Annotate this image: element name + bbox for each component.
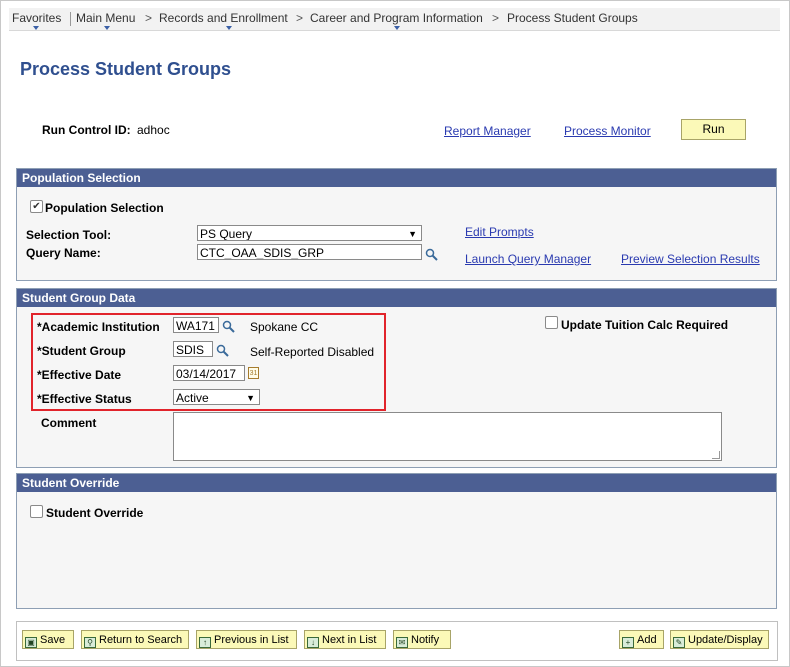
search-icon[interactable] [222, 320, 235, 333]
selection-tool-select[interactable]: PS Query ▼ [197, 225, 422, 241]
effective-date-label: *Effective Date [37, 368, 122, 382]
report-manager-link[interactable]: Report Manager [444, 124, 531, 138]
preview-selection-results-link[interactable]: Preview Selection Results [621, 252, 760, 266]
student-override-checkbox-label: Student Override [46, 506, 144, 520]
query-name-label: Query Name: [26, 246, 101, 260]
update-display-button[interactable]: ✎ Update/Display [670, 630, 769, 649]
page-title: Process Student Groups [20, 59, 232, 79]
population-selection-checkbox[interactable]: ✔ [30, 200, 43, 213]
section-header: Population Selection [17, 169, 776, 187]
effective-status-label: *Effective Status [37, 392, 132, 406]
calendar-icon[interactable]: 31 [248, 367, 259, 379]
chevron-right-icon: > [145, 11, 153, 25]
notify-button[interactable]: ✉ Notify [393, 630, 451, 649]
chevron-down-icon [33, 26, 39, 30]
academic-institution-label: *Academic Institution [37, 320, 160, 334]
run-control-value: adhoc [137, 123, 170, 137]
selection-tool-label: Selection Tool: [26, 228, 112, 242]
edit-icon: ✎ [673, 637, 685, 648]
divider [70, 12, 71, 26]
section-header: Student Group Data [17, 289, 776, 307]
save-icon: ▣ [25, 637, 37, 648]
notify-label: Notify [411, 634, 440, 646]
process-monitor-link[interactable]: Process Monitor [564, 124, 651, 138]
academic-institution-input[interactable]: WA171 [173, 317, 219, 333]
effective-status-select[interactable]: Active ▼ [173, 389, 260, 405]
academic-institution-value: WA171 [176, 319, 215, 333]
breadcrumb-process-student-groups[interactable]: Process Student Groups [507, 11, 638, 25]
chevron-right-icon: > [492, 11, 500, 25]
breadcrumb-main-menu[interactable]: Main Menu [76, 11, 135, 25]
return-to-search-button[interactable]: ⚲ Return to Search [81, 630, 189, 649]
edit-prompts-link[interactable]: Edit Prompts [465, 225, 534, 239]
run-button[interactable]: Run [681, 119, 746, 140]
student-override-section: Student Override [16, 473, 777, 609]
chevron-down-icon [394, 26, 400, 30]
student-group-value: SDIS [176, 343, 205, 357]
run-control-label: Run Control ID: [42, 123, 131, 137]
student-group-input[interactable]: SDIS [173, 341, 213, 357]
previous-in-list-button[interactable]: ↑ Previous in List [196, 630, 297, 649]
effective-status-value: Active [176, 391, 209, 405]
breadcrumb-favorites[interactable]: Favorites [12, 11, 61, 25]
add-button[interactable]: + Add [619, 630, 664, 649]
add-icon: + [622, 637, 634, 648]
save-button[interactable]: ▣ Save [22, 630, 74, 649]
resize-grip-icon[interactable] [712, 451, 720, 459]
add-label: Add [637, 634, 657, 646]
arrow-down-icon: ↓ [307, 637, 319, 648]
student-group-description: Self-Reported Disabled [250, 345, 375, 359]
breadcrumb: Favorites Main Menu > Records and Enroll… [9, 8, 780, 31]
breadcrumb-career-program[interactable]: Career and Program Information [310, 11, 483, 25]
comment-label: Comment [41, 416, 97, 430]
dropdown-arrow-icon: ▼ [408, 229, 417, 239]
search-icon[interactable] [425, 248, 438, 261]
notify-icon: ✉ [396, 637, 408, 648]
chevron-right-icon: > [296, 11, 304, 25]
student-group-label: *Student Group [37, 344, 126, 358]
magnifier-icon: ⚲ [84, 637, 96, 648]
chevron-down-icon [104, 26, 110, 30]
chevron-down-icon [226, 26, 232, 30]
dropdown-arrow-icon: ▼ [246, 393, 255, 403]
breadcrumb-records-enrollment[interactable]: Records and Enrollment [159, 11, 288, 25]
selection-tool-value: PS Query [200, 227, 253, 241]
update-display-label: Update/Display [688, 634, 763, 646]
section-header: Student Override [17, 474, 776, 492]
effective-date-value: 03/14/2017 [176, 367, 237, 381]
launch-query-manager-link[interactable]: Launch Query Manager [465, 252, 591, 266]
next-in-list-button[interactable]: ↓ Next in List [304, 630, 386, 649]
return-to-search-label: Return to Search [99, 634, 183, 646]
search-icon[interactable] [216, 344, 229, 357]
previous-in-list-label: Previous in List [214, 634, 289, 646]
query-name-value: CTC_OAA_SDIS_GRP [200, 246, 325, 260]
effective-date-input[interactable]: 03/14/2017 [173, 365, 245, 381]
arrow-up-icon: ↑ [199, 637, 211, 648]
update-tuition-label: Update Tuition Calc Required [561, 318, 729, 332]
query-name-input[interactable]: CTC_OAA_SDIS_GRP [197, 244, 422, 260]
comment-textarea[interactable] [173, 412, 722, 461]
population-selection-checkbox-label: Population Selection [45, 201, 164, 215]
academic-institution-description: Spokane CC [250, 320, 319, 334]
student-override-checkbox[interactable] [30, 505, 43, 518]
update-tuition-checkbox[interactable] [545, 316, 558, 329]
save-label: Save [40, 634, 66, 646]
next-in-list-label: Next in List [322, 634, 377, 646]
